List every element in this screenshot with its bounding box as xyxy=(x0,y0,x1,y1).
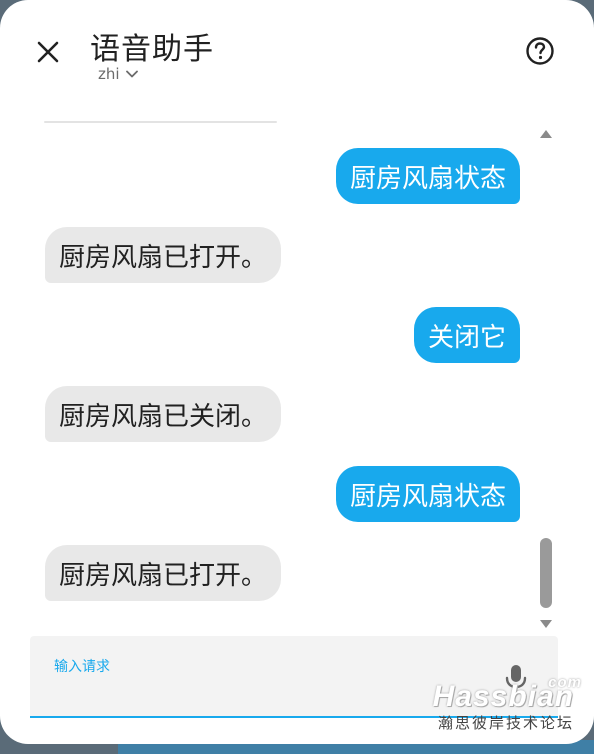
user-message: 厨房风扇状态 xyxy=(335,148,520,204)
conversation-scrollbar[interactable] xyxy=(536,126,556,632)
user-message: 厨房风扇状态 xyxy=(335,466,520,522)
conversation-log[interactable]: 厨房风扇状态 厨房风扇已打开。 关闭它 厨房风扇已关闭。 厨房风扇状态 厨房风扇… xyxy=(30,126,530,632)
message-divider xyxy=(44,121,277,123)
dialog-header: 语音助手 zhi xyxy=(0,0,594,110)
request-input-field[interactable]: 输入请求 xyxy=(30,636,558,718)
assistant-message: 厨房风扇已关闭。 xyxy=(45,386,282,442)
dialog-title: 语音助手 xyxy=(90,32,214,67)
close-icon xyxy=(37,41,59,63)
user-message: 关闭它 xyxy=(413,307,520,363)
close-button[interactable] xyxy=(30,34,66,70)
request-input-label: 输入请求 xyxy=(54,659,110,675)
microphone-icon xyxy=(505,665,527,694)
scroll-down-arrow-icon[interactable] xyxy=(540,620,552,628)
scrollbar-thumb[interactable] xyxy=(540,538,552,608)
assistant-message: 厨房风扇已打开。 xyxy=(45,545,282,601)
language-label: zhi xyxy=(98,65,120,83)
voice-assistant-dialog: 语音助手 zhi 厨房风扇状态 厨房风扇已打开。 关闭它 厨房风扇已关闭。 厨房… xyxy=(0,0,594,744)
request-input[interactable] xyxy=(52,678,492,706)
chevron-down-icon xyxy=(125,70,138,78)
assistant-message: 厨房风扇已打开。 xyxy=(45,227,282,283)
help-circle-icon xyxy=(526,37,554,65)
scroll-up-arrow-icon[interactable] xyxy=(540,130,552,138)
help-button[interactable] xyxy=(522,33,558,69)
language-picker[interactable]: zhi xyxy=(98,64,138,84)
microphone-button[interactable] xyxy=(500,662,532,696)
